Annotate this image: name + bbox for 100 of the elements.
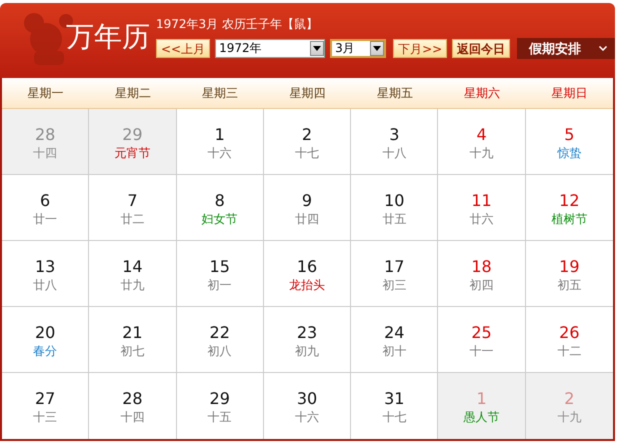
day-number: 12	[559, 191, 580, 211]
day-note: 十七	[382, 409, 406, 425]
day-note: 初三	[382, 277, 406, 293]
day-number: 29	[210, 389, 230, 409]
day-note: 十三	[33, 409, 58, 425]
day-number: 15	[210, 257, 230, 277]
day-cell[interactable]: 7 廿二	[89, 175, 177, 241]
day-note: 龙抬头	[288, 277, 325, 293]
day-note: 十九	[557, 409, 582, 425]
day-number: 10	[384, 191, 404, 211]
day-number: 17	[384, 257, 404, 277]
day-note: 初九	[294, 343, 319, 359]
month-title: 1972年3月 农历壬子年【鼠】	[156, 16, 319, 33]
weekday-label: 星期一	[26, 84, 65, 102]
day-cell[interactable]: 25 十一	[438, 307, 526, 373]
day-note: 十六	[294, 409, 319, 425]
day-number: 11	[471, 191, 492, 211]
today-button[interactable]: 返回今日	[452, 39, 510, 58]
day-cell[interactable]: 5 惊蛰	[526, 109, 613, 175]
day-cell[interactable]: 26 十二	[526, 307, 613, 373]
day-note: 十七	[294, 145, 319, 161]
day-cell[interactable]: 22 初八	[176, 307, 264, 373]
day-cell[interactable]: 1 十六	[176, 109, 264, 175]
day-note: 十四	[120, 409, 144, 425]
day-note: 初十	[382, 343, 406, 359]
day-cell[interactable]: 11 廿六	[438, 175, 526, 241]
day-cell[interactable]: 14 廿九	[89, 241, 177, 307]
day-number: 29	[122, 125, 143, 145]
day-number: 21	[122, 323, 143, 343]
weekday-label: 星期二	[114, 84, 152, 102]
day-number: 27	[34, 389, 56, 409]
day-number: 1	[476, 389, 487, 409]
day-number: 8	[214, 191, 225, 211]
day-cell[interactable]: 13 廿八	[2, 241, 90, 307]
day-number: 2	[302, 125, 312, 145]
day-number: 4	[476, 125, 487, 145]
day-cell[interactable]: 29 十五	[176, 373, 264, 439]
day-number: 9	[302, 191, 312, 211]
day-cell[interactable]: 8 妇女节	[176, 175, 264, 241]
day-cell[interactable]: 15 初一	[176, 241, 264, 307]
day-note: 十五	[208, 409, 232, 425]
weekday-label: 星期五	[376, 84, 414, 102]
day-cell[interactable]: 20 春分	[2, 307, 90, 373]
day-note: 廿九	[120, 277, 144, 293]
day-number: 7	[127, 191, 138, 211]
day-number: 23	[296, 323, 318, 343]
day-cell[interactable]: 1 愚人节	[438, 373, 526, 439]
day-cell[interactable]: 29 元宵节	[89, 109, 177, 175]
day-number: 5	[564, 125, 574, 145]
day-note: 廿五	[382, 211, 406, 227]
month-select[interactable]: 3月	[330, 39, 386, 58]
day-cell[interactable]: 10 廿五	[351, 175, 438, 241]
previous-month-button[interactable]: <<上月	[156, 39, 210, 58]
day-note: 廿六	[470, 211, 494, 227]
day-cell[interactable]: 24 初十	[351, 307, 438, 373]
day-number: 30	[296, 389, 318, 409]
day-note: 十九	[470, 145, 494, 161]
day-cell[interactable]: 21 初七	[89, 307, 177, 373]
day-note: 廿八	[33, 277, 58, 293]
day-number: 2	[564, 389, 574, 409]
day-number: 26	[559, 323, 580, 343]
day-cell[interactable]: 4 十九	[438, 109, 526, 175]
day-note: 初八	[208, 343, 232, 359]
day-cell[interactable]: 23 初九	[264, 307, 352, 373]
day-number: 28	[122, 389, 143, 409]
weekday-label: 星期三	[201, 84, 240, 102]
day-note: 十二	[557, 343, 582, 359]
day-number: 24	[384, 323, 404, 343]
day-number: 14	[122, 257, 143, 277]
day-number: 19	[559, 257, 580, 277]
day-note: 春分	[33, 343, 58, 359]
day-cell[interactable]: 16 龙抬头	[264, 241, 352, 307]
day-number: 20	[34, 323, 56, 343]
year-select[interactable]: 1972年	[215, 39, 326, 58]
day-cell[interactable]: 18 初四	[438, 241, 526, 307]
day-note: 初五	[557, 277, 582, 293]
day-cell[interactable]: 6 廿一	[2, 175, 90, 241]
day-note: 十八	[382, 145, 406, 161]
day-number: 3	[389, 125, 400, 145]
day-note: 初七	[120, 343, 144, 359]
weekday-label: 星期六	[463, 84, 502, 102]
day-number: 13	[34, 257, 56, 277]
next-month-button[interactable]: 下月>>	[393, 39, 448, 58]
day-note: 愚人节	[464, 409, 500, 425]
holiday-menu[interactable]: 假期安排	[517, 38, 616, 59]
day-cell[interactable]: 19 初五	[526, 241, 613, 307]
day-number: 28	[34, 125, 56, 145]
day-cell[interactable]: 9 廿四	[264, 175, 352, 241]
weekday-label: 星期日	[550, 84, 588, 102]
day-number: 18	[471, 257, 492, 277]
day-number: 1	[214, 125, 225, 145]
day-note: 廿二	[120, 211, 144, 227]
day-cell[interactable]: 17 初三	[351, 241, 438, 307]
day-cell[interactable]: 2 十七	[264, 109, 352, 175]
day-note: 植树节	[551, 211, 588, 227]
weekday-label: 星期四	[288, 84, 326, 102]
day-note: 十一	[470, 343, 494, 359]
day-cell[interactable]: 12 植树节	[526, 175, 613, 241]
day-cell[interactable]: 3 十八	[351, 109, 438, 175]
day-note: 妇女节	[202, 211, 238, 227]
